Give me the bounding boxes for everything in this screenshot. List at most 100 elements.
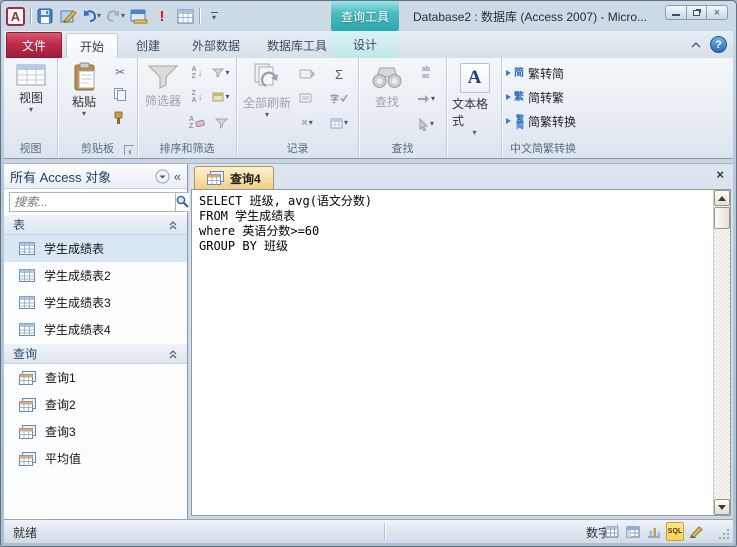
table-icon — [19, 269, 35, 282]
document-close-icon[interactable]: × — [716, 168, 724, 182]
tab-database-tools[interactable]: 数据库工具 — [256, 33, 338, 58]
customize-qat-button[interactable]: ▾ — [205, 6, 223, 26]
query-icon — [19, 452, 36, 466]
resize-grip[interactable] — [718, 528, 730, 540]
tab-design[interactable]: 设计 — [331, 31, 399, 58]
access-app-icon[interactable]: A — [6, 7, 25, 26]
save-icon — [37, 8, 53, 24]
nav-section-tables[interactable]: 表 — [4, 214, 187, 235]
redo-dropdown[interactable]: ▾ — [121, 13, 125, 19]
nav-item-table4[interactable]: 学生成绩表4 — [4, 316, 187, 343]
nav-item-table3[interactable]: 学生成绩表3 — [4, 289, 187, 316]
chinese-convert-icon: 繁简 — [508, 115, 524, 129]
selection-filter-button[interactable]: ▾ — [211, 64, 231, 82]
sql-view-shortcut[interactable]: SQL — [666, 522, 684, 541]
datasheet-view-shortcut[interactable] — [603, 522, 621, 541]
sql-editor[interactable]: SELECT 班级, avg(语文分数)FROM 学生成绩表where 英语分数… — [191, 189, 731, 516]
clipboard-dialog-launcher[interactable] — [124, 145, 134, 155]
scroll-up-button[interactable] — [714, 190, 730, 206]
vertical-scrollbar[interactable] — [713, 190, 730, 515]
minimize-ribbon-button[interactable] — [688, 37, 704, 53]
scroll-thumb[interactable] — [714, 207, 730, 229]
advanced-filter-button[interactable]: ▾ — [211, 88, 231, 106]
new-record-button[interactable] — [297, 65, 317, 83]
sort-filter-group-label: 排序和筛选 — [138, 140, 236, 156]
close-button[interactable]: × — [707, 5, 728, 20]
replace-button[interactable]: abac — [413, 64, 439, 82]
toggle-filter-button[interactable] — [211, 114, 231, 132]
contextual-tab-zone: 设计 — [331, 31, 399, 58]
status-separator — [384, 523, 385, 540]
nav-item-table1[interactable]: 学生成绩表 — [4, 235, 187, 262]
copy-button[interactable] — [110, 85, 130, 103]
nav-item-query2[interactable]: 查询2 — [4, 391, 187, 418]
goto-button[interactable]: ▾ — [413, 90, 439, 108]
nav-menu-dropdown-icon[interactable] — [155, 169, 170, 184]
spelling-button[interactable]: 字 — [329, 89, 349, 107]
cursor-icon — [418, 118, 429, 131]
more-records-button[interactable]: ▾ — [329, 114, 349, 132]
chinese-convert-button[interactable]: 繁简 简繁转换 — [508, 113, 576, 130]
search-input[interactable] — [9, 192, 175, 212]
document-tab-query4[interactable]: 查询4 — [194, 166, 274, 189]
save-button[interactable] — [36, 6, 54, 26]
nav-item-query-average[interactable]: 平均值 — [4, 445, 187, 472]
switch-windows-button[interactable] — [130, 6, 148, 26]
window-controls: × — [665, 5, 728, 20]
save-record-button[interactable] — [297, 89, 317, 107]
binoculars-icon — [371, 63, 403, 91]
refresh-all-button[interactable]: 全部刷新 ▾ — [240, 62, 294, 118]
select-button[interactable]: ▾ — [413, 115, 439, 133]
restore-button[interactable] — [686, 5, 707, 20]
views-group-label: 视图 — [4, 140, 57, 156]
pivotchart-view-shortcut[interactable] — [645, 522, 663, 541]
datasheet-view-button[interactable] — [176, 6, 194, 26]
tab-create[interactable]: 创建 — [122, 33, 174, 58]
view-button[interactable]: 视图 ▾ — [11, 63, 51, 113]
nav-pane-header[interactable]: 所有 Access 对象 « — [4, 164, 187, 189]
format-painter-button[interactable] — [110, 109, 130, 127]
minimize-button[interactable] — [665, 5, 686, 20]
design-view-button[interactable] — [59, 6, 77, 26]
delete-record-button[interactable]: ×▾ — [297, 114, 317, 132]
trad-to-simp-button[interactable]: 简 繁转简 — [508, 65, 564, 82]
paste-button[interactable]: 粘贴 ▾ — [64, 62, 104, 117]
design-view-shortcut[interactable] — [687, 522, 705, 541]
undo-dropdown[interactable]: ▾ — [97, 13, 101, 19]
pivottable-view-shortcut[interactable] — [624, 522, 642, 541]
text-format-button[interactable]: A 文本格式 ▾ — [452, 63, 497, 136]
selection-funnel-icon — [212, 68, 224, 78]
paste-label: 粘贴 — [72, 93, 96, 110]
scroll-down-button[interactable] — [714, 499, 730, 515]
tab-external-data[interactable]: 外部数据 — [178, 33, 254, 58]
cut-button[interactable]: ✂ — [110, 63, 130, 81]
query-icon — [19, 371, 36, 385]
tab-home[interactable]: 开始 — [66, 33, 118, 58]
run-button[interactable]: ! — [153, 6, 171, 26]
sort-ascending-button[interactable]: AZ ↓ — [187, 64, 207, 82]
undo-button[interactable]: ▾ — [82, 6, 101, 26]
document-tab-bar: 查询4 × — [189, 164, 733, 189]
remove-sort-button[interactable]: AZ — [187, 114, 207, 132]
section-collapse-icon[interactable] — [168, 349, 178, 359]
nav-item-table2[interactable]: 学生成绩表2 — [4, 262, 187, 289]
pivottable-view-icon — [626, 526, 640, 538]
totals-button[interactable]: Σ — [329, 65, 349, 83]
help-button[interactable]: ? — [710, 36, 727, 53]
shutter-bar-close-icon[interactable]: « — [174, 169, 181, 184]
simp-to-trad-button[interactable]: 繁 简转繁 — [508, 89, 564, 106]
nav-section-queries[interactable]: 查询 — [4, 343, 187, 364]
group-chinese-conversion: 简 繁转简 繁 简转繁 繁简 简繁转换 中文简繁转换 — [502, 58, 584, 157]
find-button[interactable]: 查找 — [365, 63, 409, 110]
nav-item-query3[interactable]: 查询3 — [4, 418, 187, 445]
search-button[interactable] — [175, 192, 190, 212]
redo-button[interactable]: ▾ — [106, 6, 125, 26]
sort-descending-button[interactable]: ZA ↓ — [187, 88, 207, 106]
nav-item-query1[interactable]: 查询1 — [4, 364, 187, 391]
group-views: 视图 ▾ 视图 — [4, 58, 58, 157]
tab-file[interactable]: 文件 — [6, 32, 62, 58]
section-collapse-icon[interactable] — [168, 220, 178, 230]
find-group-label: 查找 — [359, 140, 446, 156]
ribbon: 视图 ▾ 视图 粘贴 ▾ ✂ 剪贴板 — [4, 58, 733, 159]
filter-button[interactable]: 筛选器 — [141, 64, 185, 109]
